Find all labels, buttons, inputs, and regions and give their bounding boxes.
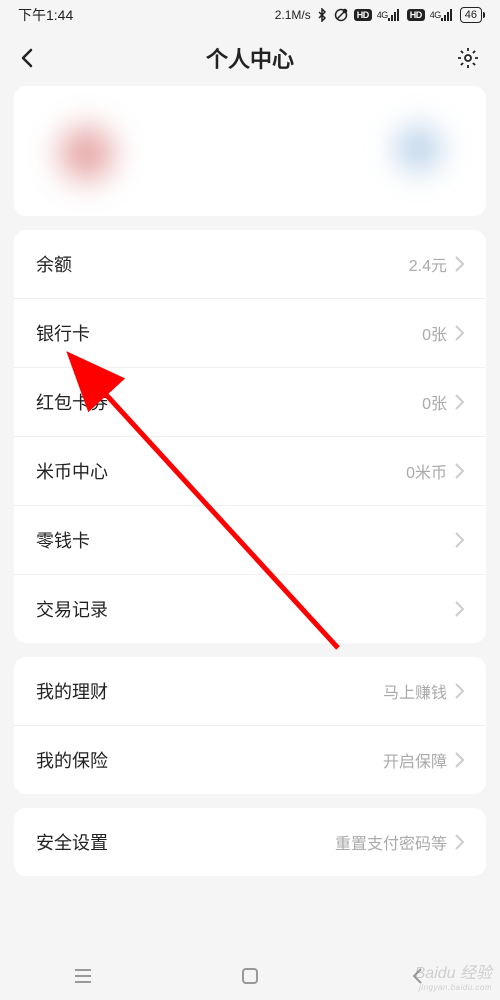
mibi-item[interactable]: 米币中心 0米币	[14, 437, 486, 506]
chevron-right-icon	[455, 752, 464, 768]
change-card-item[interactable]: 零钱卡	[14, 506, 486, 575]
security-label: 安全设置	[36, 829, 108, 855]
hd-badge-2: HD	[407, 9, 425, 21]
bank-card-label: 银行卡	[36, 320, 90, 346]
mute-icon	[333, 8, 349, 22]
chevron-right-icon	[455, 463, 464, 479]
finance-item[interactable]: 我的理财 马上赚钱	[14, 657, 486, 726]
coupon-value: 0张	[422, 390, 447, 414]
coupon-item[interactable]: 红包卡券 0张	[14, 368, 486, 437]
signal-icon-1: 4G	[377, 9, 402, 21]
bank-card-item[interactable]: 银行卡 0张	[14, 299, 486, 368]
bluetooth-icon	[316, 8, 328, 22]
back-button[interactable]	[20, 47, 50, 69]
back-nav-button[interactable]	[397, 967, 437, 985]
battery-icon: 46	[460, 7, 482, 23]
finance-value: 马上赚钱	[383, 679, 447, 703]
security-value: 重置支付密码等	[335, 830, 447, 854]
balance-value: 2.4元	[409, 252, 447, 276]
balance-item[interactable]: 余额 2.4元	[14, 230, 486, 299]
chevron-right-icon	[455, 683, 464, 699]
insurance-value: 开启保障	[383, 748, 447, 772]
chevron-right-icon	[455, 601, 464, 617]
hd-badge-1: HD	[354, 9, 372, 21]
mibi-value: 0米币	[406, 459, 447, 483]
security-section: 安全设置 重置支付密码等	[14, 808, 486, 876]
profile-card[interactable]	[14, 86, 486, 216]
balance-label: 余额	[36, 251, 72, 277]
home-button[interactable]	[230, 967, 270, 985]
insurance-label: 我的保险	[36, 747, 108, 773]
security-item[interactable]: 安全设置 重置支付密码等	[14, 808, 486, 876]
transaction-item[interactable]: 交易记录	[14, 575, 486, 643]
chevron-right-icon	[455, 325, 464, 341]
insurance-item[interactable]: 我的保险 开启保障	[14, 726, 486, 794]
chevron-right-icon	[455, 834, 464, 850]
status-right: 2.1M/s HD 4G HD 4G	[275, 7, 482, 23]
change-card-label: 零钱卡	[36, 527, 90, 553]
finance-section: 我的理财 马上赚钱 我的保险 开启保障	[14, 657, 486, 794]
system-nav-bar	[0, 952, 500, 1000]
settings-button[interactable]	[450, 46, 480, 70]
chevron-right-icon	[455, 256, 464, 272]
status-bar: 下午1:44 2.1M/s HD 4G HD 4	[0, 0, 500, 30]
nav-bar: 个人中心	[0, 30, 500, 86]
recent-apps-button[interactable]	[63, 968, 103, 984]
finance-label: 我的理财	[36, 678, 108, 704]
signal-icon-2: 4G	[430, 9, 455, 21]
mibi-label: 米币中心	[36, 458, 108, 484]
page-title: 个人中心	[206, 42, 294, 74]
chevron-right-icon	[455, 394, 464, 410]
bank-card-value: 0张	[422, 321, 447, 345]
transaction-label: 交易记录	[36, 596, 108, 622]
chevron-right-icon	[455, 532, 464, 548]
content: 余额 2.4元 银行卡 0张 红包卡券 0张	[0, 86, 500, 876]
coupon-label: 红包卡券	[36, 389, 108, 415]
network-speed: 2.1M/s	[275, 8, 311, 22]
status-time: 下午1:44	[18, 5, 73, 25]
wallet-section: 余额 2.4元 银行卡 0张 红包卡券 0张	[14, 230, 486, 643]
